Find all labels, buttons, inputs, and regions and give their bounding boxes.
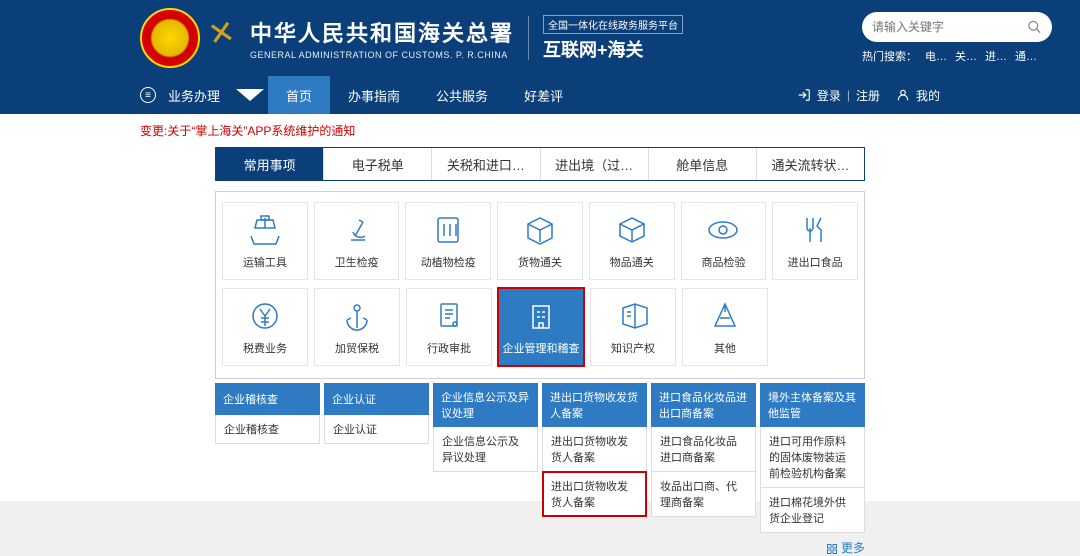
utensils-icon: [797, 212, 833, 248]
caret-down-icon: [236, 89, 264, 101]
microscope-icon: [339, 212, 375, 248]
column-item[interactable]: 妆品出口商、代理商备案: [651, 472, 756, 517]
national-emblem-icon: [140, 8, 200, 68]
tile-anchor[interactable]: 加贸保税: [314, 288, 400, 366]
column-item[interactable]: 进出口货物收发货人备案: [542, 427, 647, 472]
box-icon: [522, 212, 558, 248]
column-head[interactable]: 进出口货物收发货人备案: [542, 383, 647, 427]
tile-label: 卫生检疫: [335, 254, 379, 270]
notice-bar[interactable]: 变更:关于“掌上海关”APP系统维护的通知: [0, 114, 1080, 147]
login-icon: [797, 88, 811, 102]
sub-service-columns: 企业稽核查企业稽核查企业认证企业认证企业信息公示及异议处理企业信息公示及异议处理…: [215, 383, 865, 533]
tile-label: 行政审批: [427, 340, 471, 356]
nav-register[interactable]: 注册: [856, 87, 880, 104]
platform-line1: 全国一体化在线政务服务平台: [543, 15, 683, 34]
site-title: 中华人民共和国海关总署 GENERAL ADMINISTRATION OF CU…: [250, 16, 514, 60]
books-icon: [615, 298, 651, 334]
column-item[interactable]: 进口食品化妆品进口商备案: [651, 427, 756, 472]
tile-eye[interactable]: 商品检验: [681, 202, 767, 280]
hot-item[interactable]: 通…: [1015, 48, 1037, 64]
ship-icon: [247, 212, 283, 248]
tile-books[interactable]: 知识产权: [590, 288, 676, 366]
yen-icon: [247, 298, 283, 334]
tile-label: 运输工具: [243, 254, 287, 270]
search-input[interactable]: [872, 20, 1027, 34]
column-item[interactable]: 企业认证: [324, 415, 429, 444]
plant-icon: [430, 212, 466, 248]
user-icon: [896, 88, 910, 102]
tile-yen[interactable]: 税费业务: [222, 288, 308, 366]
header: ✕ 中华人民共和国海关总署 GENERAL ADMINISTRATION OF …: [0, 0, 1080, 76]
column-item[interactable]: 进口棉花境外供货企业登记: [760, 488, 865, 533]
drafting-icon: [707, 298, 743, 334]
tile-utensils[interactable]: 进出口食品: [772, 202, 858, 280]
column-item[interactable]: 企业稽核查: [215, 415, 320, 444]
search-icon[interactable]: [1027, 19, 1042, 35]
eye-icon: [705, 212, 741, 248]
tile-label: 进出口食品: [788, 254, 843, 270]
column-head[interactable]: 企业认证: [324, 383, 429, 415]
tile-label: 动植物检疫: [421, 254, 476, 270]
tile-building[interactable]: 企业管理和稽查: [498, 288, 584, 366]
anchor-icon: [339, 298, 375, 334]
biz-icon: ≡: [140, 87, 156, 103]
tile-cube[interactable]: 物品通关: [589, 202, 675, 280]
tab-tariff[interactable]: 关税和进口…: [432, 148, 540, 180]
search-box[interactable]: [862, 12, 1052, 42]
hot-item[interactable]: 关…: [955, 48, 977, 64]
column-item[interactable]: 企业信息公示及异议处理: [433, 427, 538, 472]
tab-clearance[interactable]: 通关流转状…: [757, 148, 864, 180]
category-tabs: 常用事项 电子税单 关税和进口… 进出境（过… 舱单信息 通关流转状…: [215, 147, 865, 181]
main-nav: ≡ 业务办理 首页 办事指南 公共服务 好差评 登录 | 注册 我的: [0, 76, 1080, 114]
cube-icon: [614, 212, 650, 248]
column-item[interactable]: 进出口货物收发货人备案: [542, 472, 647, 517]
nav-login[interactable]: 登录: [817, 87, 841, 104]
tile-label: 货物通关: [518, 254, 562, 270]
nav-home[interactable]: 首页: [268, 76, 330, 114]
keys-icon: ✕: [205, 12, 238, 54]
tile-box[interactable]: 货物通关: [497, 202, 583, 280]
nav-biz-label[interactable]: 业务办理: [168, 86, 220, 105]
platform-block: 全国一体化在线政务服务平台 互联网+海关: [543, 15, 683, 62]
tab-common[interactable]: 常用事项: [216, 148, 324, 180]
doc-icon: [431, 298, 467, 334]
more-link[interactable]: 更多: [215, 539, 865, 556]
tab-etax[interactable]: 电子税单: [324, 148, 432, 180]
service-grid: 运输工具 卫生检疫 动植物检疫 货物通关 物品通关 商品检验 进出口食品 税费业务 加贸保税 行…: [215, 191, 865, 379]
tile-drafting[interactable]: 其他: [682, 288, 768, 366]
column-head[interactable]: 企业稽核查: [215, 383, 320, 415]
hot-item[interactable]: 进…: [985, 48, 1007, 64]
tile-label: 税费业务: [243, 340, 287, 356]
tab-border[interactable]: 进出境（过…: [541, 148, 649, 180]
title-cn: 中华人民共和国海关总署: [250, 16, 514, 48]
building-icon: [523, 298, 559, 334]
title-en: GENERAL ADMINISTRATION OF CUSTOMS. P. R.…: [250, 50, 514, 60]
tile-plant[interactable]: 动植物检疫: [405, 202, 491, 280]
tile-label: 商品检验: [701, 254, 745, 270]
nav-public[interactable]: 公共服务: [418, 76, 506, 114]
column-head[interactable]: 企业信息公示及异议处理: [433, 383, 538, 427]
tab-manifest[interactable]: 舱单信息: [649, 148, 757, 180]
tile-ship[interactable]: 运输工具: [222, 202, 308, 280]
grid-icon: [826, 543, 838, 555]
tile-label: 物品通关: [610, 254, 654, 270]
tile-label: 其他: [714, 340, 736, 356]
tile-microscope[interactable]: 卫生检疫: [314, 202, 400, 280]
hot-item[interactable]: 电…: [925, 48, 947, 64]
tile-doc[interactable]: 行政审批: [406, 288, 492, 366]
column-head[interactable]: 境外主体备案及其他监管: [760, 383, 865, 427]
header-divider: [528, 16, 529, 60]
hot-search: 热门搜索： 电… 关… 进… 通…: [862, 48, 1052, 64]
tile-label: 加贸保税: [335, 340, 379, 356]
tile-label: 企业管理和稽查: [503, 340, 580, 356]
nav-review[interactable]: 好差评: [506, 76, 581, 114]
tile-label: 知识产权: [611, 340, 655, 356]
platform-line2: 互联网+海关: [543, 36, 683, 62]
nav-mine[interactable]: 我的: [916, 87, 940, 104]
column-head[interactable]: 进口食品化妆品进出口商备案: [651, 383, 756, 427]
nav-guide[interactable]: 办事指南: [330, 76, 418, 114]
column-item[interactable]: 进口可用作原料的固体废物装运前检验机构备案: [760, 427, 865, 488]
hot-label: 热门搜索：: [862, 48, 917, 64]
